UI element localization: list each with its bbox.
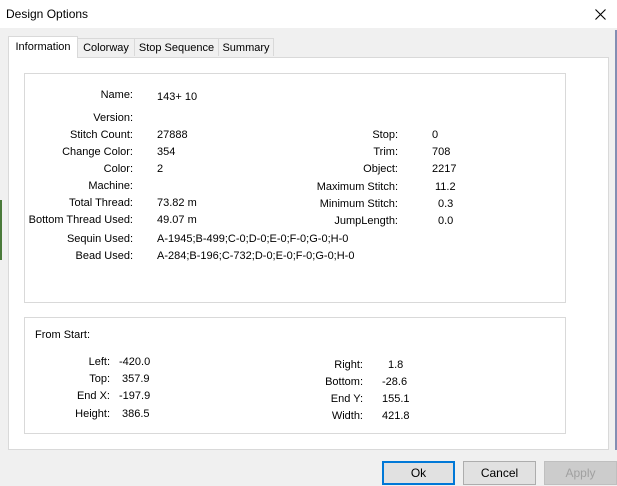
max-stitch-label: Maximum Stitch: — [316, 181, 398, 193]
height-value: 386.5 — [122, 408, 150, 420]
trim-label: Trim: — [373, 146, 398, 158]
title-bar: Design Options — [0, 0, 617, 28]
bottom-label: Bottom: — [325, 376, 363, 388]
from-start-heading: From Start: — [35, 329, 91, 341]
color-label: Color: — [103, 163, 133, 175]
sequin-label: Sequin Used: — [66, 233, 133, 245]
cancel-button-label: Cancel — [480, 466, 519, 480]
stitch-count-value: 27888 — [157, 129, 188, 141]
end-x-label: End X: — [76, 390, 110, 402]
tab-label: Colorway — [83, 42, 129, 54]
machine-label: Machine: — [88, 180, 133, 192]
change-color-label: Change Color: — [62, 146, 133, 158]
end-x-value: -197.9 — [119, 390, 151, 402]
tab-label: Summary — [222, 42, 270, 54]
design-info-group: Name: 143+ 10 Version: Stitch Count: 278… — [24, 73, 566, 303]
ok-button-label: Ok — [410, 466, 427, 480]
min-stitch-label: Minimum Stitch: — [319, 198, 398, 210]
end-y-value: 155.1 — [382, 393, 410, 405]
tab-colorway[interactable]: Colorway — [77, 38, 135, 56]
from-start-group: From Start: Left: -420.0 Top: 357.9 End … — [24, 317, 566, 434]
total-thread-value: 73.82 m — [157, 197, 197, 209]
right-label: Right: — [334, 359, 363, 371]
tab-information[interactable]: Information — [8, 36, 78, 58]
jump-length-value: 0.0 — [438, 215, 454, 227]
max-stitch-value: 11.2 — [435, 181, 456, 193]
height-label: Height: — [75, 408, 110, 420]
name-value: 143+ 10 — [157, 91, 198, 103]
bottom-thread-label: Bottom Thread Used: — [28, 214, 133, 226]
color-value: 2 — [157, 163, 164, 175]
jump-length-label: JumpLength: — [334, 215, 398, 227]
version-label: Version: — [93, 112, 133, 124]
left-value: -420.0 — [119, 356, 151, 368]
object-value: 2217 — [432, 163, 457, 175]
tab-label: Information — [15, 41, 71, 53]
tab-stop-sequence[interactable]: Stop Sequence — [134, 38, 219, 56]
trim-value: 708 — [432, 146, 451, 158]
apply-button[interactable]: Apply — [544, 461, 617, 485]
close-icon — [594, 8, 606, 20]
tab-label: Stop Sequence — [138, 42, 215, 54]
apply-button-label: Apply — [565, 466, 596, 480]
cancel-button[interactable]: Cancel — [463, 461, 536, 485]
stop-label: Stop: — [372, 129, 398, 141]
ok-button[interactable]: Ok — [382, 461, 455, 485]
width-label: Width: — [331, 410, 363, 422]
bottom-thread-value: 49.07 m — [157, 214, 197, 226]
stitch-count-label: Stitch Count: — [70, 129, 133, 141]
background-window-edge-left — [0, 200, 2, 260]
sequin-value: A-1945;B-499;C-0;D-0;E-0;F-0;G-0;H-0 — [157, 233, 349, 245]
object-label: Object: — [363, 163, 398, 175]
stop-value: 0 — [432, 129, 439, 141]
name-label: Name: — [100, 89, 133, 101]
bead-value: A-284;B-196;C-732;D-0;E-0;F-0;G-0;H-0 — [157, 250, 355, 262]
top-label: Top: — [89, 373, 110, 385]
tab-panel: Name: 143+ 10 Version: Stitch Count: 278… — [8, 57, 609, 450]
bottom-value: -28.6 — [382, 376, 408, 388]
window-title: Design Options — [6, 7, 89, 21]
right-value: 1.8 — [388, 359, 404, 371]
left-label: Left: — [88, 356, 110, 368]
end-y-label: End Y: — [330, 393, 363, 405]
top-value: 357.9 — [122, 373, 150, 385]
tab-summary[interactable]: Summary — [218, 38, 274, 56]
bead-label: Bead Used: — [75, 250, 133, 262]
total-thread-label: Total Thread: — [68, 197, 133, 209]
close-button[interactable] — [583, 0, 617, 28]
min-stitch-value: 0.3 — [438, 198, 454, 210]
change-color-value: 354 — [157, 146, 176, 158]
width-value: 421.8 — [382, 410, 410, 422]
